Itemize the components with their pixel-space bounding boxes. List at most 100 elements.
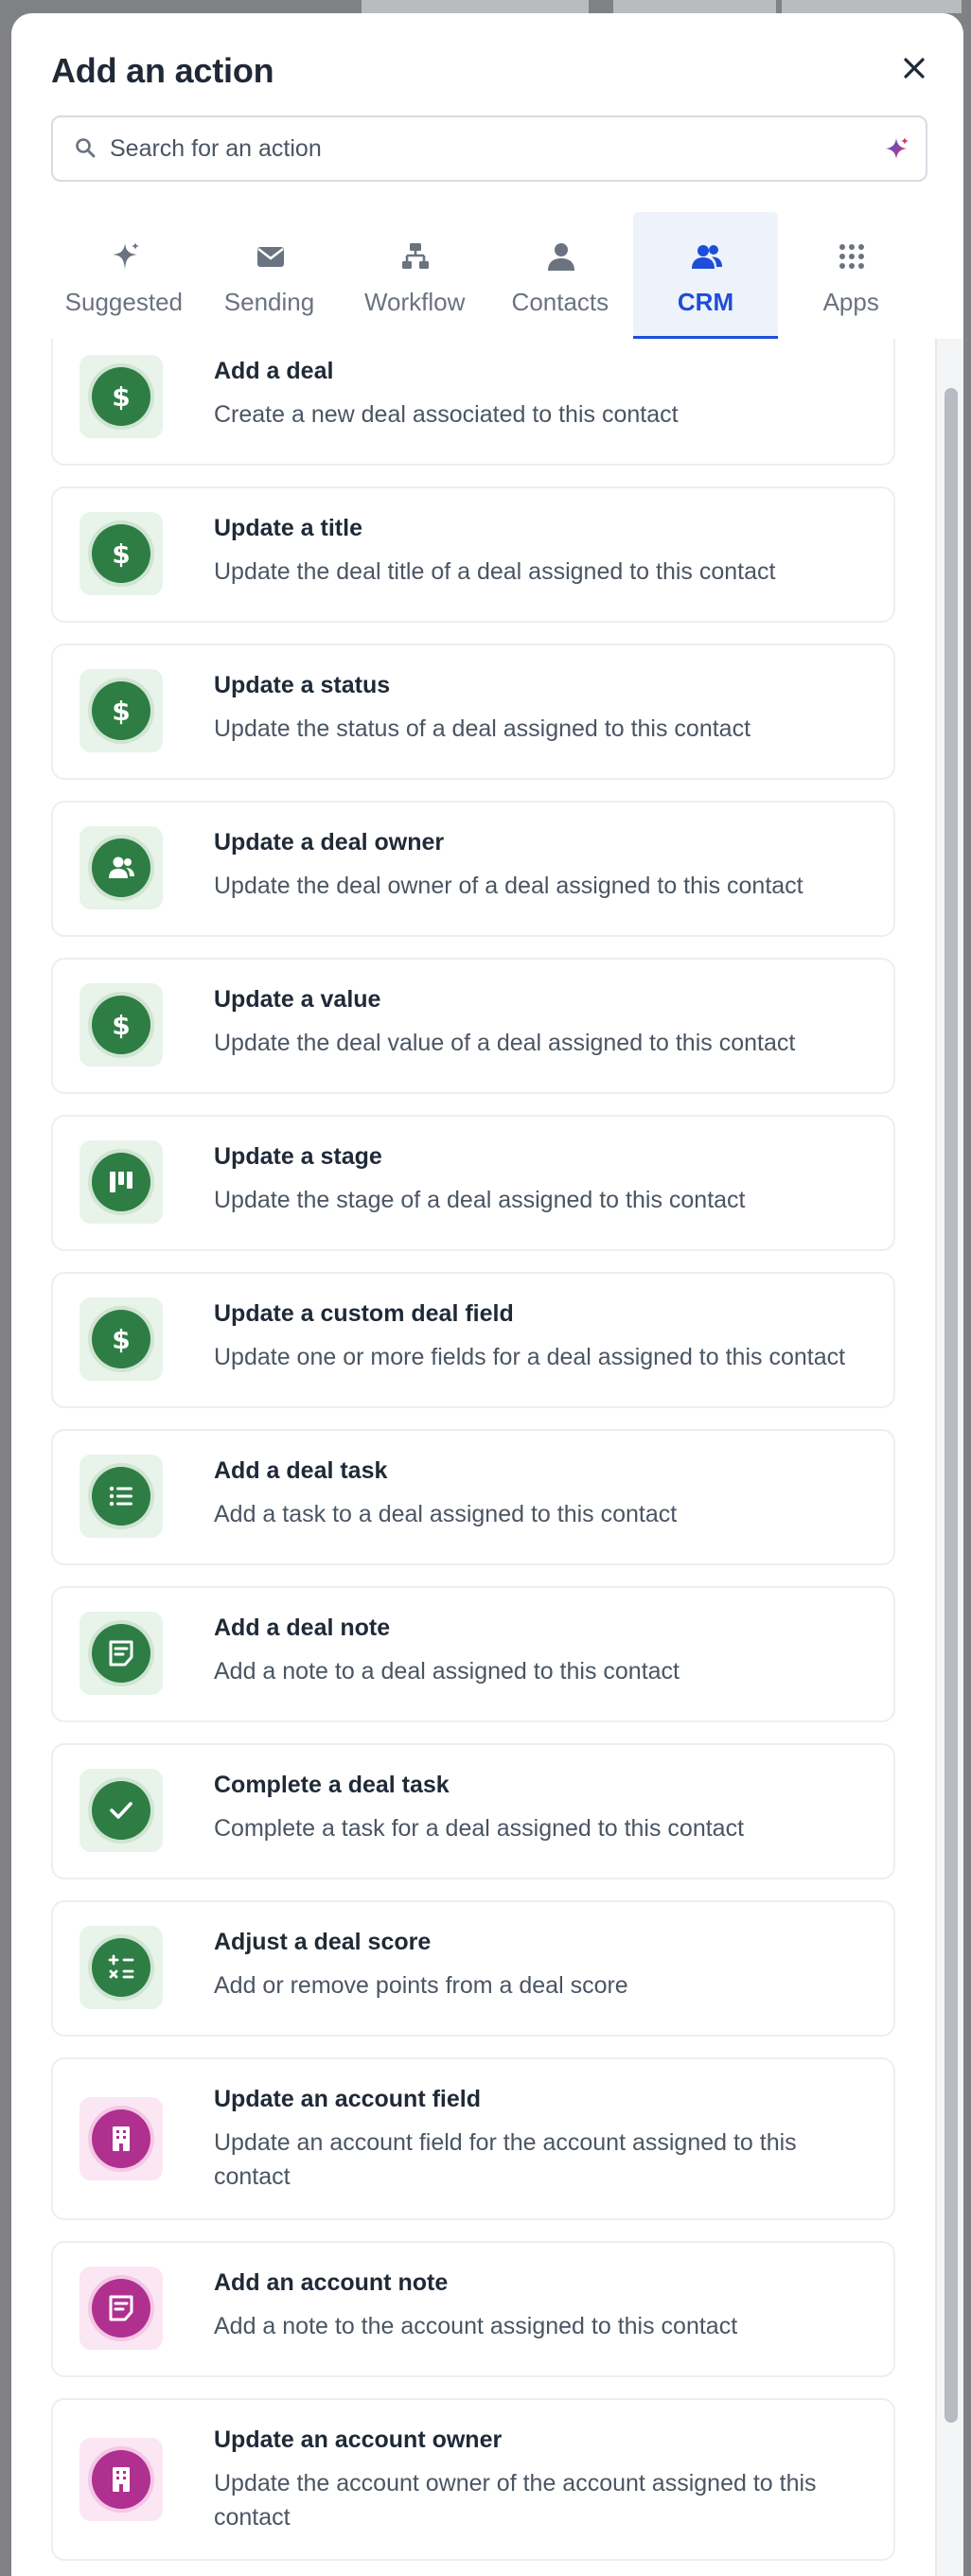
action-icon-tile [79,826,163,909]
dollar-icon: $ [92,524,150,583]
dollar-icon: $ [92,996,150,1054]
action-icon-tile [79,2438,163,2521]
tab-label: Apps [822,288,879,316]
people-icon [691,245,722,269]
category-tabs: Suggested Sending Workflow Contacts CRM Apps [51,212,924,339]
action-icon-tile [79,2097,163,2180]
modal-header: Add an action [51,42,935,112]
building-icon [92,2450,150,2509]
search-input[interactable] [108,123,869,174]
tab-label: Contacts [511,288,609,316]
checkmark-icon [92,1781,150,1840]
action-description: Update an account field for the account … [214,2129,797,2190]
people-icon [92,838,150,897]
action-icon-tile [79,1455,163,1538]
action-description: Update one or more fields for a deal ass… [214,1344,846,1370]
search-box [51,115,927,182]
svg-text:$: $ [112,538,130,570]
tab-suggested[interactable]: Suggested [51,212,197,339]
action-description: Update the deal owner of a deal assigned… [214,873,803,899]
action-description: Complete a task for a deal assigned to t… [214,1815,745,1842]
action-card[interactable]: Update a deal owner Update the deal owner… [51,801,895,937]
svg-text:$: $ [112,1010,130,1041]
close-button[interactable] [893,47,935,89]
tab-label: Workflow [363,288,466,316]
tab-apps[interactable]: Apps [778,212,924,339]
action-title: Complete a deal task [214,1772,450,1798]
action-card[interactable]: $ Update a status Update the status of a d… [51,644,895,780]
calculator-icon [92,1938,150,1997]
action-card[interactable]: Update a stage Update the stage of a deal… [51,1115,895,1251]
action-icon-tile: $ [79,512,163,595]
action-title: Update a value [214,986,381,1013]
grid-icon [839,244,865,269]
backdrop-panel [613,0,776,13]
building-icon [92,2109,150,2168]
action-card[interactable]: Add an account note Add a note to the acc… [51,2241,895,2377]
action-card[interactable]: $ Update a custom deal field Update one or… [51,1272,895,1408]
tab-label: Sending [223,288,315,316]
tab-contacts[interactable]: Contacts [487,212,633,339]
close-icon [904,58,925,79]
pipeline-icon [92,1153,150,1211]
action-description: Update the status of a deal assigned to … [214,715,751,742]
action-title: Add a deal note [214,1614,391,1641]
action-description: Add or remove points from a deal score [214,1972,628,1999]
note-icon [92,1624,150,1683]
action-description: Update the stage of a deal assigned to t… [214,1187,746,1213]
action-description: Create a new deal associated to this con… [214,401,679,428]
svg-text:$: $ [112,381,130,413]
action-description: Update the deal title of a deal assigned… [214,558,776,585]
ai-sparkle-button[interactable] [882,134,910,163]
backdrop-panel [782,0,962,13]
scrollbar-track[interactable] [935,339,963,2576]
action-icon-tile: $ [79,355,163,438]
backdrop-panel [362,0,589,13]
scrollbar-thumb[interactable] [945,388,958,2423]
action-icon-tile [79,1769,163,1852]
action-icon-tile [79,1612,163,1695]
action-card[interactable]: Add a deal note Add a note to a deal assi… [51,1586,895,1722]
action-icon-tile [79,2267,163,2350]
list-icon [92,1467,150,1526]
action-title: Update a custom deal field [214,1300,514,1327]
sparkle-icon [113,242,139,270]
action-title: Add a deal task [214,1457,388,1484]
action-card[interactable]: $ Add a deal Create a new deal associated … [51,339,895,466]
action-card[interactable]: $ Update a title Update the deal title of … [51,486,895,623]
action-title: Add an account note [214,2269,449,2296]
action-icon-tile: $ [79,669,163,752]
dollar-icon: $ [92,367,150,426]
action-title: Add a deal [214,358,334,384]
action-icon-tile: $ [79,1297,163,1381]
envelope-icon [256,247,284,267]
action-icon-tile [79,1926,163,2009]
action-card[interactable]: $ Update a value Update the deal value of … [51,958,895,1094]
action-card[interactable]: Add a deal task Add a task to a deal assi… [51,1429,895,1565]
action-description: Update the deal value of a deal assigned… [214,1030,796,1056]
modal-title: Add an action [51,51,274,90]
tab-crm[interactable]: CRM [632,212,779,339]
dollar-icon: $ [92,681,150,740]
action-card[interactable]: Adjust a deal score Add or remove points … [51,1900,895,2037]
action-icon-tile: $ [79,983,163,1067]
action-title: Update a deal owner [214,829,445,856]
add-action-modal: Add an action Search for an action Sugge… [11,13,963,2576]
action-card[interactable]: Update an account field Update an account… [51,2057,895,2220]
action-list: $ Add a deal Create a new deal associated … [51,339,907,2576]
action-card[interactable]: Update an account owner Update the accoun… [51,2398,895,2561]
action-description: Update the account owner of the account … [214,2470,817,2531]
person-icon [548,243,575,271]
action-title: Update a stage [214,1143,382,1170]
search-icon [74,136,97,159]
action-list-viewport: $ Add a deal Create a new deal associated … [11,339,963,2576]
action-icon-tile [79,1140,163,1224]
action-card[interactable]: Complete a deal task Complete a task for … [51,1743,895,1879]
tab-sending[interactable]: Sending [197,212,343,339]
action-description: Add a note to the account assigned to th… [214,2313,738,2339]
tab-workflow[interactable]: Workflow [342,212,487,339]
sparkle-icon [886,137,909,159]
svg-text:$: $ [112,1324,130,1355]
tab-label: Suggested [64,288,183,316]
workflow-icon [402,243,430,269]
